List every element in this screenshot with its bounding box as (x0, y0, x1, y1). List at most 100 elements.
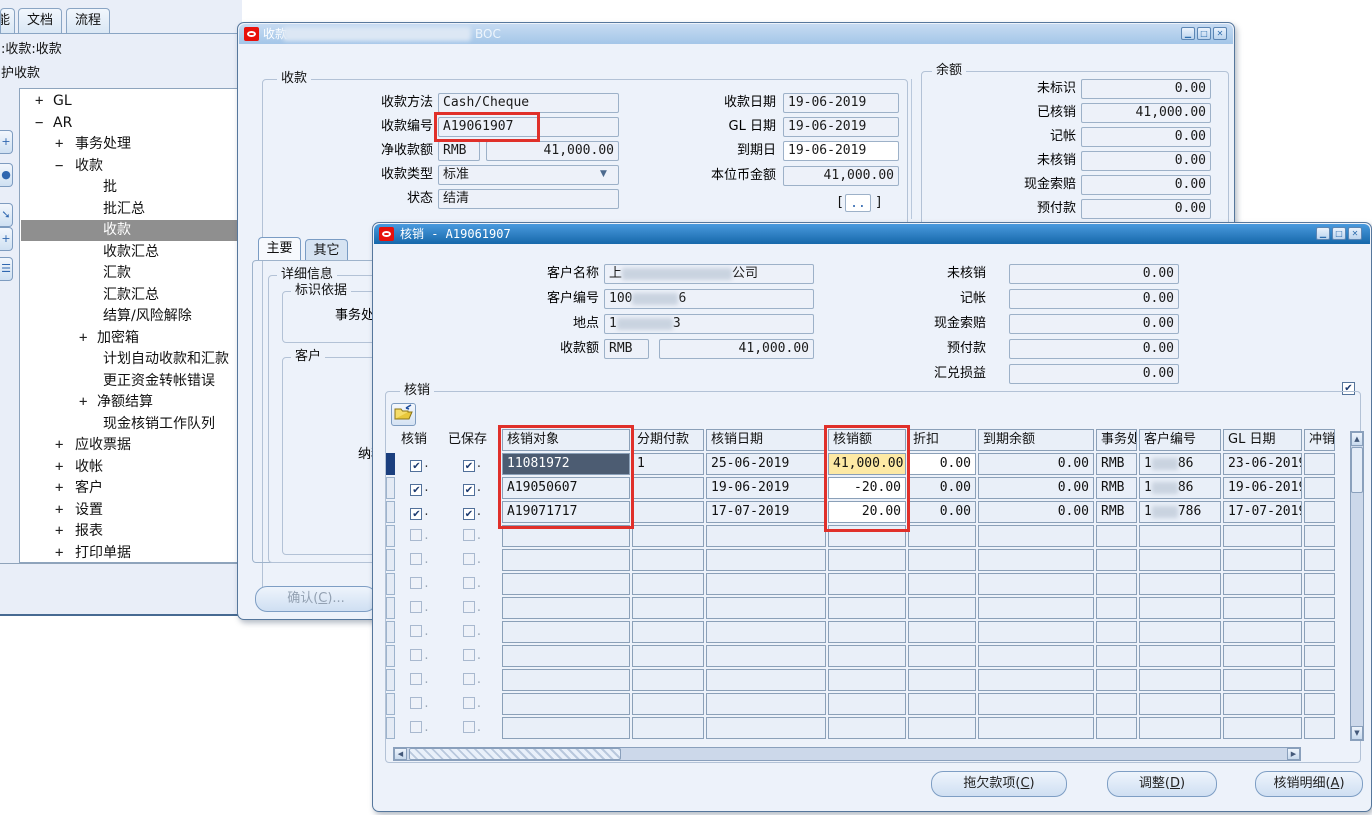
reversal-cell[interactable] (1304, 477, 1335, 499)
tree-item[interactable]: +设置 (21, 500, 240, 521)
toolbar-user-icon[interactable]: ☰ (0, 257, 13, 281)
row-selector[interactable] (386, 501, 395, 523)
tree-expand-glyph[interactable]: + (79, 328, 87, 349)
receipt-amount-currency-field[interactable]: RMB (604, 339, 649, 359)
empty-cell[interactable] (1304, 669, 1335, 691)
close-icon[interactable]: ✕ (1348, 227, 1362, 240)
empty-cell[interactable] (1223, 573, 1302, 595)
application-detail-button[interactable]: 核销明细(A) (1255, 771, 1363, 797)
tree-expand-glyph[interactable]: − (35, 113, 43, 134)
minimize-icon[interactable]: ▁ (1316, 227, 1330, 240)
empty-cell[interactable] (1223, 549, 1302, 571)
empty-cell[interactable] (1223, 525, 1302, 547)
tree-expand-glyph[interactable]: + (55, 521, 63, 542)
empty-cell[interactable] (502, 717, 630, 739)
status-field[interactable]: 结清 (438, 189, 619, 209)
empty-cell[interactable] (978, 549, 1094, 571)
transaction-currency-cell[interactable]: RMB (1096, 453, 1137, 475)
toolbar-open-icon[interactable]: ➘ (0, 203, 13, 227)
empty-cell[interactable] (908, 717, 976, 739)
row-selector[interactable] (386, 717, 395, 739)
empty-cell[interactable] (1096, 693, 1137, 715)
empty-cell[interactable] (706, 669, 826, 691)
saved-checkbox[interactable] (463, 529, 475, 541)
installment-cell[interactable] (632, 501, 704, 523)
balance-due-cell[interactable]: 0.00 (978, 501, 1094, 523)
applications-window-titlebar[interactable]: 核销 - A19061907 ▁□✕ (374, 224, 1370, 244)
receipt-date-field[interactable]: 19-06-2019 (783, 93, 899, 113)
saved-checkbox[interactable] (463, 721, 475, 733)
minimize-icon[interactable]: ▁ (1181, 27, 1195, 40)
tree-expand-glyph[interactable]: + (55, 543, 63, 564)
nav-tab-functions[interactable]: 能 (0, 8, 15, 34)
tree-expand-glyph[interactable]: + (55, 478, 63, 499)
apply-checkbox[interactable]: ✔ (410, 460, 422, 472)
discount-cell[interactable]: 0.00 (908, 501, 976, 523)
empty-cell[interactable] (1223, 597, 1302, 619)
empty-cell[interactable] (1139, 645, 1221, 667)
empty-cell[interactable] (1096, 669, 1137, 691)
net-amount-field[interactable]: 41,000.00 (486, 141, 619, 161)
empty-cell[interactable] (1096, 597, 1137, 619)
empty-cell[interactable] (908, 669, 976, 691)
apply-checkbox[interactable] (410, 577, 422, 589)
close-icon[interactable]: ✕ (1213, 27, 1227, 40)
discount-cell[interactable]: 0.00 (908, 477, 976, 499)
receipt-amount-field[interactable]: 41,000.00 (659, 339, 814, 359)
empty-cell[interactable] (828, 693, 906, 715)
empty-cell[interactable] (978, 573, 1094, 595)
balance-field-value[interactable]: 0.00 (1081, 175, 1211, 195)
customer-name-field[interactable]: 上公司 (604, 264, 814, 284)
empty-cell[interactable] (978, 597, 1094, 619)
empty-cell[interactable] (1304, 549, 1335, 571)
saved-checkbox[interactable] (463, 553, 475, 565)
empty-cell[interactable] (706, 525, 826, 547)
tree-item[interactable]: +应收票据 (21, 435, 240, 456)
saved-checkbox[interactable] (463, 697, 475, 709)
row-selector[interactable] (386, 453, 395, 475)
saved-checkbox[interactable]: ✔ (463, 460, 475, 472)
tree-expand-glyph[interactable]: + (55, 500, 63, 521)
empty-cell[interactable] (908, 525, 976, 547)
empty-cell[interactable] (828, 573, 906, 595)
empty-cell[interactable] (706, 597, 826, 619)
empty-cell[interactable] (1304, 693, 1335, 715)
toolbar-expand-icon[interactable]: + (0, 227, 13, 251)
empty-cell[interactable] (1139, 669, 1221, 691)
tree-item[interactable]: +事务处理 (21, 134, 240, 155)
totals-field-value[interactable]: 0.00 (1009, 264, 1179, 284)
empty-cell[interactable] (1223, 693, 1302, 715)
empty-cell[interactable] (632, 573, 704, 595)
empty-cell[interactable] (632, 645, 704, 667)
balance-field-value[interactable]: 41,000.00 (1081, 103, 1211, 123)
receipt-type-dropdown[interactable]: 标准 (438, 165, 619, 185)
empty-cell[interactable] (706, 645, 826, 667)
row-selector[interactable] (386, 669, 395, 691)
amount-applied-cell[interactable]: -20.00 (828, 477, 906, 499)
empty-cell[interactable] (828, 621, 906, 643)
empty-cell[interactable] (978, 669, 1094, 691)
balance-field-value[interactable]: 0.00 (1081, 199, 1211, 219)
apply-checkbox[interactable] (410, 697, 422, 709)
tree-item[interactable]: 批汇总 (21, 199, 240, 220)
adjustments-button[interactable]: 调整(D) (1107, 771, 1217, 797)
gl-date-cell[interactable]: 19-06-2019 (1223, 477, 1302, 499)
apply-checkbox[interactable] (410, 721, 422, 733)
empty-cell[interactable] (1096, 621, 1137, 643)
tree-item[interactable]: +客户 (21, 478, 240, 499)
balance-field-value[interactable]: 0.00 (1081, 127, 1211, 147)
empty-cell[interactable] (978, 717, 1094, 739)
scroll-up-icon[interactable]: ▲ (1351, 432, 1363, 446)
table-vscrollbar[interactable]: ▲ ▼ (1350, 431, 1364, 741)
empty-cell[interactable] (1304, 597, 1335, 619)
tree-item[interactable]: 汇款汇总 (21, 285, 240, 306)
scroll-right-icon[interactable]: ▶ (1287, 748, 1300, 760)
saved-checkbox[interactable]: ✔ (463, 508, 475, 520)
receipt-number-field[interactable]: A19061907 (438, 117, 619, 137)
empty-cell[interactable] (908, 597, 976, 619)
apply-checkbox[interactable] (410, 625, 422, 637)
empty-cell[interactable] (1096, 717, 1137, 739)
empty-cell[interactable] (502, 573, 630, 595)
empty-cell[interactable] (978, 693, 1094, 715)
empty-cell[interactable] (632, 717, 704, 739)
